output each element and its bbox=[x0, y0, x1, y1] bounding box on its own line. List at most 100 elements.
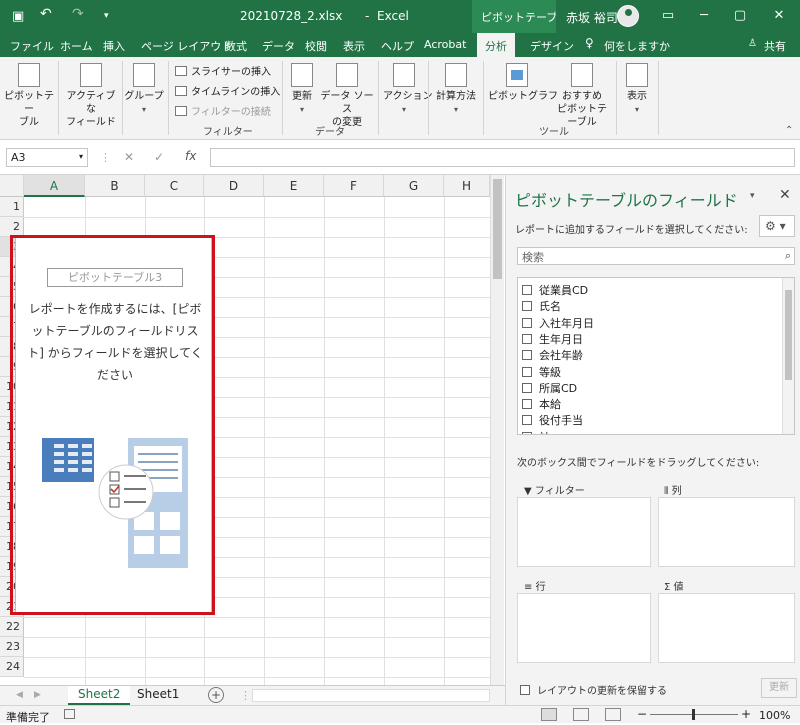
group-button[interactable]: グループ ▾ bbox=[124, 63, 164, 116]
field-list[interactable]: 従業員CD 氏名入社年月日生年月日会社年齢等級所属CD 本給役付手当計 bbox=[517, 277, 795, 435]
zoom-level[interactable]: 100% bbox=[759, 709, 790, 722]
quick-access-dropdown-icon[interactable]: ▾ bbox=[104, 11, 109, 21]
calculations-button[interactable]: 計算方法 ▾ bbox=[432, 63, 480, 116]
share-button[interactable]: 共有 bbox=[764, 38, 786, 54]
zoom-slider-thumb[interactable] bbox=[692, 709, 695, 720]
change-data-source-button[interactable]: データ ソース の変更 bbox=[320, 63, 374, 129]
tab-acrobat[interactable]: Acrobat bbox=[424, 38, 466, 51]
refresh-button[interactable]: 更新 ▾ bbox=[287, 63, 317, 116]
minimize-button[interactable]: ─ bbox=[690, 3, 718, 29]
redo-icon[interactable]: ↷ bbox=[72, 6, 84, 22]
name-box[interactable]: A3 ▾ bbox=[6, 148, 88, 167]
restore-button[interactable]: ▢ bbox=[726, 3, 754, 29]
columns-area[interactable] bbox=[658, 497, 795, 567]
close-button[interactable]: ✕ bbox=[765, 3, 793, 29]
tab-file[interactable]: ファイル bbox=[10, 38, 54, 54]
scroll-thumb[interactable] bbox=[493, 179, 502, 279]
field-list-item[interactable]: 会社年齢 bbox=[522, 347, 583, 363]
tab-help[interactable]: ヘルプ bbox=[381, 38, 414, 54]
field-checkbox[interactable] bbox=[522, 285, 532, 295]
field-checkbox[interactable] bbox=[522, 350, 532, 361]
tab-home[interactable]: ホーム bbox=[60, 38, 93, 54]
add-sheet-icon[interactable]: + bbox=[208, 687, 224, 703]
collapse-ribbon-icon[interactable]: ⌃ bbox=[785, 125, 793, 136]
save-icon[interactable]: ▣ bbox=[12, 9, 24, 24]
field-checkbox[interactable] bbox=[522, 415, 532, 426]
update-button[interactable]: 更新 bbox=[761, 678, 797, 698]
zoom-out-icon[interactable]: − bbox=[637, 707, 647, 721]
rows-area[interactable] bbox=[517, 593, 651, 663]
row-header[interactable]: 1 bbox=[0, 197, 24, 217]
field-list-item[interactable]: 氏名 bbox=[522, 298, 561, 314]
insert-timeline-button[interactable]: タイムラインの挿入 bbox=[175, 83, 280, 98]
sheet-tab-sheet2[interactable]: Sheet2 bbox=[68, 686, 131, 705]
tab-insert[interactable]: 挿入 bbox=[103, 38, 125, 54]
tab-split-handle[interactable]: ⋮ bbox=[240, 689, 251, 702]
field-checkbox[interactable] bbox=[522, 431, 532, 434]
ribbon-display-options-icon[interactable]: ▭ bbox=[654, 3, 682, 29]
field-list-item[interactable]: 本給 bbox=[522, 396, 561, 412]
pivottable-placeholder[interactable]: ピボットテーブル3 レポートを作成するには、[ピボットテーブルのフィールドリスト… bbox=[15, 237, 212, 613]
column-header[interactable]: F bbox=[324, 175, 384, 197]
scroll-thumb[interactable] bbox=[785, 290, 792, 380]
row-header[interactable]: 24 bbox=[0, 657, 24, 677]
tab-page-layout[interactable]: ページ レイアウト bbox=[141, 38, 232, 54]
row-header[interactable]: 2 bbox=[0, 217, 24, 237]
field-list-item[interactable]: 従業員CD bbox=[522, 282, 588, 298]
filters-area[interactable] bbox=[517, 497, 651, 567]
row-header[interactable]: 22 bbox=[0, 617, 24, 637]
active-field-button[interactable]: アクティブな フィールド bbox=[62, 63, 120, 129]
field-list-item[interactable]: 等級 bbox=[522, 364, 561, 380]
formula-input[interactable] bbox=[210, 148, 795, 167]
sheet-tab-sheet1[interactable]: Sheet1 bbox=[127, 686, 189, 705]
tab-analyze[interactable]: 分析 bbox=[477, 33, 515, 58]
select-all-corner[interactable] bbox=[0, 175, 24, 197]
page-layout-view-icon[interactable] bbox=[573, 708, 589, 721]
field-checkbox[interactable] bbox=[522, 333, 532, 344]
recommended-pivottables-button[interactable]: おすすめ ピボットテーブル bbox=[554, 63, 610, 129]
pane-options-icon[interactable]: ▾ bbox=[750, 191, 755, 201]
tab-formulas[interactable]: 数式 bbox=[225, 38, 247, 54]
field-list-item[interactable]: 役付手当 bbox=[522, 412, 583, 428]
horizontal-scrollbar[interactable] bbox=[252, 689, 490, 702]
avatar[interactable] bbox=[617, 5, 639, 27]
column-header[interactable]: H bbox=[444, 175, 490, 197]
field-checkbox[interactable] bbox=[522, 399, 532, 410]
insert-slicer-button[interactable]: スライサーの挿入 bbox=[175, 63, 271, 78]
column-header[interactable]: E bbox=[264, 175, 324, 197]
pivottable-button[interactable]: ピボットテー ブル bbox=[4, 63, 54, 129]
field-list-scrollbar[interactable] bbox=[782, 278, 794, 434]
defer-layout-checkbox[interactable]: レイアウトの更新を保留する bbox=[520, 682, 667, 697]
scroll-right-icon[interactable]: ▶ bbox=[34, 690, 41, 700]
tell-me-search[interactable]: 何をしますか bbox=[604, 38, 670, 54]
macro-record-icon[interactable] bbox=[64, 709, 75, 719]
field-checkbox[interactable] bbox=[522, 366, 532, 377]
field-list-item[interactable]: 生年月日 bbox=[522, 331, 583, 347]
field-list-item[interactable]: 入社年月日 bbox=[522, 315, 594, 331]
tab-view[interactable]: 表示 bbox=[343, 38, 365, 54]
field-list-item[interactable]: 計 bbox=[522, 429, 550, 434]
show-button[interactable]: 表示 ▾ bbox=[622, 63, 652, 116]
field-search-input[interactable]: 検索 ⌕ bbox=[517, 247, 795, 265]
chevron-down-icon[interactable]: ▾ bbox=[79, 152, 83, 161]
undo-icon[interactable]: ↶ bbox=[40, 6, 52, 22]
field-checkbox[interactable] bbox=[522, 317, 532, 328]
scroll-left-icon[interactable]: ◀ bbox=[16, 690, 23, 700]
vertical-scrollbar[interactable] bbox=[490, 175, 504, 685]
enter-icon[interactable]: ✓ bbox=[154, 150, 164, 164]
tab-design[interactable]: デザイン bbox=[530, 38, 574, 54]
search-icon[interactable]: ⌕ bbox=[785, 249, 791, 263]
actions-button[interactable]: アクション ▾ bbox=[383, 63, 433, 116]
user-name[interactable]: 赤坂 裕司 bbox=[566, 9, 618, 26]
column-header[interactable]: B bbox=[85, 175, 145, 197]
column-header[interactable]: A bbox=[24, 175, 85, 197]
cancel-icon[interactable]: ✕ bbox=[124, 150, 134, 164]
tab-data[interactable]: データ bbox=[262, 38, 295, 54]
field-checkbox[interactable] bbox=[522, 301, 532, 312]
field-checkbox[interactable] bbox=[522, 382, 532, 393]
pivotchart-button[interactable]: ピボットグラフ bbox=[488, 63, 558, 103]
checkbox[interactable] bbox=[520, 685, 530, 695]
column-header[interactable]: G bbox=[384, 175, 444, 197]
values-area[interactable] bbox=[658, 593, 795, 663]
row-header[interactable]: 23 bbox=[0, 637, 24, 657]
